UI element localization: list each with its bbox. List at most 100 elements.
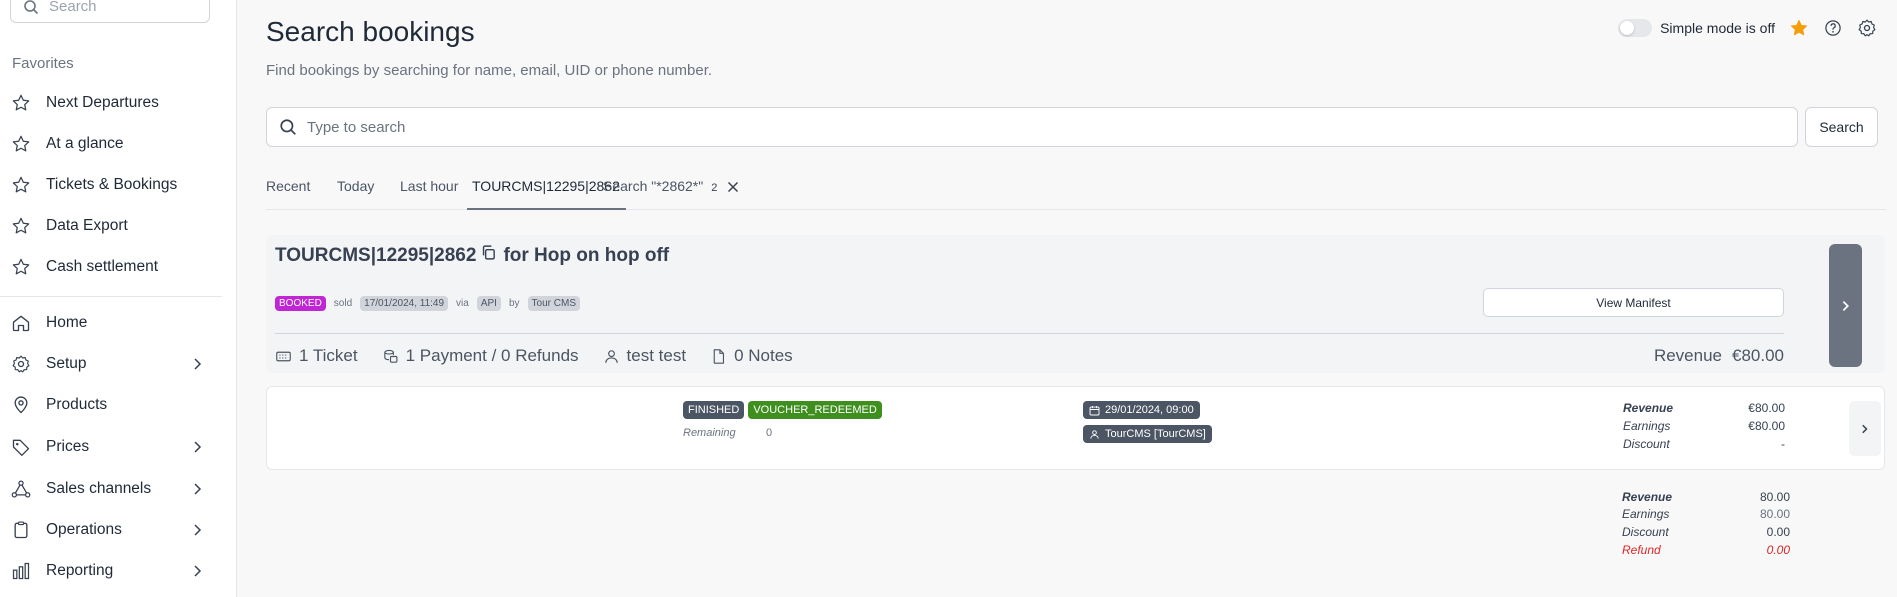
sidebar-search-placeholder: Search bbox=[49, 0, 97, 15]
tab-count-badge: 2 bbox=[711, 182, 718, 194]
tab-search-2862[interactable]: Search "*2862*" 2 bbox=[603, 178, 739, 210]
tab-label: Recent bbox=[266, 178, 311, 194]
open-ticket-button[interactable] bbox=[1849, 401, 1881, 456]
nav-home[interactable]: Home bbox=[10, 308, 215, 338]
nav-prices[interactable]: Prices bbox=[10, 432, 215, 462]
favorite-data-export[interactable]: Data Export bbox=[10, 211, 215, 241]
tab-label: Last hour bbox=[400, 178, 459, 194]
map-pin-icon bbox=[10, 394, 32, 416]
status-badge: BOOKED bbox=[275, 296, 326, 311]
ticket-amounts: Revenue €80.00 Earnings €80.00 Discount … bbox=[1623, 401, 1785, 451]
booking-stats: 1 Ticket 1 Payment / 0 Refunds test test… bbox=[275, 346, 817, 366]
revenue-value: €80.00 bbox=[1748, 401, 1785, 415]
booking-totals: Revenue 80.00 Earnings 80.00 Discount 0.… bbox=[1622, 490, 1790, 560]
star-filled-icon[interactable] bbox=[1789, 18, 1809, 38]
stat-notes[interactable]: 0 Notes bbox=[710, 346, 793, 366]
nav-operations[interactable]: Operations bbox=[10, 515, 215, 545]
resource-value: TourCMS [TourCMS] bbox=[1105, 428, 1206, 440]
favorite-cash-settlement[interactable]: Cash settlement bbox=[10, 252, 215, 282]
status-badge-redeemed: VOUCHER_REDEEMED bbox=[748, 401, 882, 419]
booking-card: TOURCMS|12295|2862 for Hop on hop off BO… bbox=[266, 235, 1885, 373]
search-button[interactable]: Search bbox=[1805, 107, 1878, 147]
nav-setup[interactable]: Setup bbox=[10, 349, 215, 379]
calendar-icon bbox=[1089, 405, 1100, 415]
favorites-heading: Favorites bbox=[12, 55, 74, 72]
star-outline-icon bbox=[10, 133, 32, 155]
document-icon bbox=[713, 348, 725, 364]
booking-search-input[interactable]: Type to search bbox=[266, 107, 1798, 147]
total-discount-value: 0.00 bbox=[1766, 525, 1790, 539]
tab-label: Search "*2862*" bbox=[603, 178, 704, 194]
revenue-value: €80.00 bbox=[1732, 346, 1784, 365]
chevron-right-icon bbox=[194, 358, 202, 370]
chevron-right-icon bbox=[1862, 424, 1868, 433]
header-actions: Simple mode is off bbox=[1618, 18, 1877, 38]
star-outline-icon bbox=[10, 256, 32, 278]
sidebar-divider bbox=[0, 296, 222, 297]
search-icon bbox=[24, 0, 39, 14]
favorite-tickets-bookings[interactable]: Tickets & Bookings bbox=[10, 170, 215, 200]
via-label: via bbox=[456, 298, 469, 309]
user-icon bbox=[604, 349, 618, 363]
search-tabs: Recent Today Last hour TOURCMS|12295|286… bbox=[266, 170, 1886, 210]
home-icon bbox=[10, 312, 32, 334]
star-outline-icon bbox=[10, 215, 32, 237]
copy-icon[interactable] bbox=[480, 244, 497, 267]
tab-today[interactable]: Today bbox=[337, 178, 374, 210]
earnings-label: Earnings bbox=[1623, 419, 1671, 433]
nav-products[interactable]: Products bbox=[10, 390, 215, 420]
nav-sales-channels[interactable]: Sales channels bbox=[10, 474, 215, 504]
booking-product: for Hop on hop off bbox=[503, 244, 670, 266]
total-earnings-value: 80.00 bbox=[1759, 507, 1790, 521]
stat-label: test test bbox=[626, 346, 687, 365]
stat-customer[interactable]: test test bbox=[603, 346, 687, 366]
card-divider bbox=[275, 333, 1784, 334]
nav-reporting[interactable]: Reporting bbox=[10, 556, 215, 586]
revenue-label: Revenue bbox=[1653, 346, 1722, 365]
chevron-right-icon bbox=[194, 483, 202, 495]
help-icon[interactable] bbox=[1823, 18, 1843, 38]
stat-label: 1 Ticket bbox=[299, 346, 358, 365]
favorite-label: Cash settlement bbox=[46, 258, 158, 275]
simple-mode-toggle[interactable] bbox=[1618, 19, 1653, 37]
stat-label: 1 Payment / 0 Refunds bbox=[405, 346, 579, 365]
stat-payments[interactable]: 1 Payment / 0 Refunds bbox=[382, 346, 579, 366]
share-nodes-icon bbox=[10, 478, 32, 500]
page-title: Search bookings bbox=[266, 16, 475, 47]
total-earnings-label: Earnings bbox=[1622, 507, 1670, 521]
sold-date: 17/01/2024, 11:49 bbox=[360, 296, 449, 311]
sidebar-search-input[interactable]: Search bbox=[10, 0, 210, 23]
favorite-next-departures[interactable]: Next Departures bbox=[10, 88, 215, 118]
nav-label: Operations bbox=[46, 521, 122, 538]
user-icon bbox=[1090, 429, 1099, 439]
favorite-label: Next Departures bbox=[46, 94, 159, 111]
coins-icon bbox=[383, 349, 398, 363]
sidebar: Search Favorites Next Departures At a gl… bbox=[0, 0, 237, 597]
tab-last-hour[interactable]: Last hour bbox=[400, 178, 458, 210]
booking-id: TOURCMS|12295|2862 bbox=[275, 244, 477, 266]
bar-chart-icon bbox=[10, 560, 32, 582]
view-manifest-button[interactable]: View Manifest bbox=[1483, 288, 1784, 317]
sold-label: sold bbox=[333, 298, 353, 309]
close-icon[interactable] bbox=[727, 180, 739, 196]
tag-icon bbox=[10, 436, 32, 458]
nav-label: Reporting bbox=[46, 562, 114, 579]
via-badge: API bbox=[476, 296, 501, 311]
gear-icon[interactable] bbox=[1857, 18, 1877, 38]
remaining-label: Remaining bbox=[683, 427, 736, 439]
remaining-value: 0 bbox=[766, 427, 773, 439]
chevron-right-icon bbox=[194, 524, 202, 536]
total-revenue-value: 80.00 bbox=[1759, 490, 1790, 504]
nav-label: Sales channels bbox=[46, 480, 152, 497]
booking-meta: BOOKED sold 17/01/2024, 11:49 via API by… bbox=[275, 296, 580, 311]
open-booking-button[interactable] bbox=[1829, 244, 1862, 367]
simple-mode-label: Simple mode is off bbox=[1660, 20, 1775, 36]
nav-label: Setup bbox=[46, 355, 87, 372]
resource-badge: TourCMS [TourCMS] bbox=[1083, 425, 1212, 443]
date-value: 29/01/2024, 09:00 bbox=[1105, 404, 1194, 416]
ticket-row: FINISHED VOUCHER_REDEEMED Remaining 0 29… bbox=[266, 386, 1885, 470]
chevron-right-icon bbox=[194, 565, 202, 577]
tab-recent[interactable]: Recent bbox=[266, 178, 310, 210]
stat-tickets[interactable]: 1 Ticket bbox=[275, 346, 358, 366]
favorite-at-a-glance[interactable]: At a glance bbox=[10, 129, 215, 159]
